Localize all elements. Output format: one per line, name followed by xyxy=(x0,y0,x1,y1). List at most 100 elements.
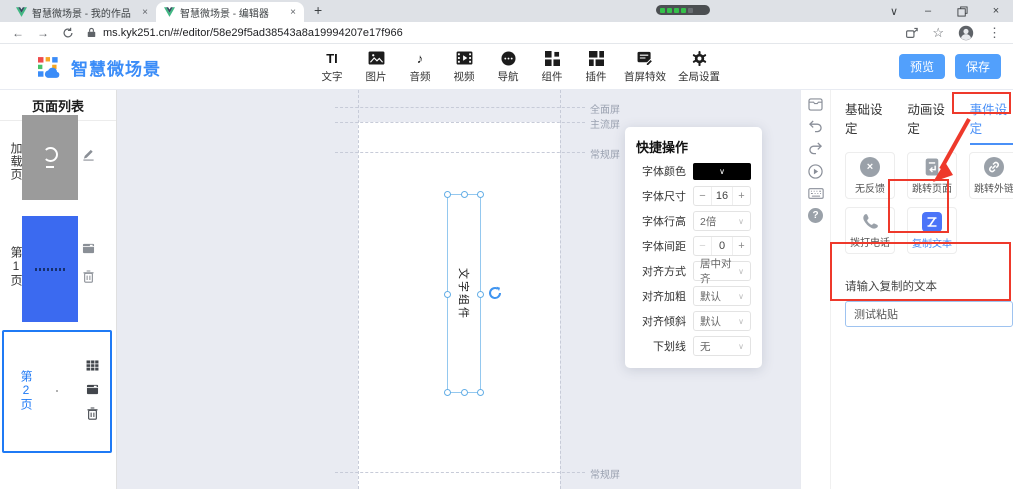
font-size-label: 字体尺寸 xyxy=(636,188,686,204)
resize-handle-s[interactable] xyxy=(461,389,468,396)
text-component[interactable]: 文字组件 xyxy=(447,194,481,393)
jump-page-icon xyxy=(923,157,941,177)
tab-event-settings[interactable]: 事件设定 xyxy=(970,99,1013,145)
resize-handle-n[interactable] xyxy=(461,191,468,198)
grid-layout-icon[interactable] xyxy=(86,360,99,371)
tool-global-settings[interactable]: 全局设置 xyxy=(672,50,726,84)
copy-text-input[interactable] xyxy=(845,301,1013,327)
italic-label: 对齐倾斜 xyxy=(636,313,686,329)
editor-canvas[interactable]: 全面屏 主流屏 常规屏 常规屏 文字组件 快捷操作 字体颜色 ∨ xyxy=(117,90,800,489)
resize-handle-ne[interactable] xyxy=(477,191,484,198)
page-thumbnail-1[interactable] xyxy=(22,216,78,322)
tool-image[interactable]: 图片 xyxy=(354,50,398,84)
chevron-down-icon: ∨ xyxy=(738,317,744,326)
bold-select[interactable]: 默认 ∨ xyxy=(693,286,751,306)
event-jump-link[interactable]: 跳转外链 xyxy=(969,152,1013,199)
resize-handle-w[interactable] xyxy=(444,291,451,298)
edit-icon[interactable] xyxy=(82,148,95,161)
plus-button[interactable]: + xyxy=(733,187,750,205)
settings-panel: ? 基础设定 动画设定 事件设定 × 无反馈 跳转页面 跳转外链 xyxy=(800,90,1013,489)
app-logo[interactable]: 智慧微场景 xyxy=(38,55,161,80)
event-no-feedback[interactable]: × 无反馈 xyxy=(845,152,895,199)
editor-header: 智慧微场景 TI 文字 图片 ♪ 音频 视频 导航 组件 插件 xyxy=(0,44,1013,90)
guide-label-full-screen: 全面屏 xyxy=(590,101,620,116)
minus-button[interactable]: − xyxy=(694,187,711,205)
event-copy-text[interactable]: 复制文本 xyxy=(907,207,957,254)
play-preview-icon[interactable] xyxy=(808,164,823,179)
underline-select[interactable]: 无 ∨ xyxy=(693,336,751,356)
resize-handle-nw[interactable] xyxy=(444,191,451,198)
chevron-down-icon: ∨ xyxy=(719,167,725,176)
align-mode-select[interactable]: 居中对齐 ∨ xyxy=(693,261,751,281)
page-thumbnail-loading[interactable] xyxy=(22,115,78,200)
tool-audio[interactable]: ♪ 音频 xyxy=(398,50,442,84)
tool-text[interactable]: TI 文字 xyxy=(310,50,354,84)
minus-button[interactable]: − xyxy=(694,237,711,255)
close-window-button[interactable]: × xyxy=(979,5,1013,17)
forward-icon[interactable]: → xyxy=(37,26,49,40)
align-mode-value: 居中对齐 xyxy=(700,256,738,286)
page-item-2-selected[interactable]: 第2页 xyxy=(2,330,112,453)
browser-menu-icon[interactable]: ⋮ xyxy=(988,25,1001,41)
keyboard-icon[interactable] xyxy=(808,188,824,199)
rotate-handle-icon[interactable] xyxy=(488,286,502,300)
event-jump-page[interactable]: 跳转页面 xyxy=(907,152,957,199)
copy-page-icon[interactable] xyxy=(82,242,95,254)
video-icon xyxy=(456,50,473,66)
browser-tab-editor[interactable]: 智慧微场景 - 编辑器 × xyxy=(156,2,304,22)
tab-close-icon[interactable]: × xyxy=(142,7,148,18)
browser-url-bar: ← → ms.kyk251.cn/#/editor/58e29f5ad38543… xyxy=(0,22,1013,44)
event-type-cards: × 无反馈 跳转页面 跳转外链 拨打电话 复制文本 xyxy=(845,152,1013,254)
tab-search-icon[interactable]: ∨ xyxy=(877,5,911,18)
tool-navigation[interactable]: 导航 xyxy=(486,50,530,84)
back-icon[interactable]: ← xyxy=(12,26,24,40)
chevron-down-icon: ∨ xyxy=(738,267,744,276)
delete-page-icon[interactable] xyxy=(87,407,98,420)
tab-title: 智慧微场景 - 编辑器 xyxy=(180,5,285,20)
copy-text-icon xyxy=(922,212,942,232)
tool-components[interactable]: 组件 xyxy=(530,50,574,84)
tool-video[interactable]: 视频 xyxy=(442,50,486,84)
tab-animation-settings[interactable]: 动画设定 xyxy=(907,99,950,145)
clipboard-box-icon[interactable] xyxy=(808,98,823,111)
new-tab-button[interactable]: + xyxy=(314,0,322,22)
save-button[interactable]: 保存 xyxy=(955,54,1001,79)
copy-text-section: 请输入复制的文本 xyxy=(845,278,1013,327)
preview-button[interactable]: 预览 xyxy=(899,54,945,79)
plus-button[interactable]: + xyxy=(733,237,750,255)
navigation-icon xyxy=(501,50,516,66)
tab-close-icon[interactable]: × xyxy=(290,7,296,18)
guide-label-main-screen: 主流屏 xyxy=(590,116,620,131)
brand-name: 智慧微场景 xyxy=(71,55,161,80)
tool-plugins[interactable]: 插件 xyxy=(574,50,618,84)
bookmark-star-icon[interactable]: ☆ xyxy=(932,25,944,41)
address-field[interactable]: ms.kyk251.cn/#/editor/58e29f5ad38543a8a1… xyxy=(87,27,892,39)
avatar[interactable] xyxy=(958,25,974,41)
undo-icon[interactable] xyxy=(808,120,823,133)
external-link-icon xyxy=(984,157,1004,177)
settings-tabs: 基础设定 动画设定 事件设定 xyxy=(845,90,1013,145)
tab-basic-settings[interactable]: 基础设定 xyxy=(845,99,888,145)
minimize-button[interactable]: – xyxy=(911,5,945,17)
resize-handle-sw[interactable] xyxy=(444,389,451,396)
redo-icon[interactable] xyxy=(808,142,823,155)
line-height-select[interactable]: 2倍 ∨ xyxy=(693,211,751,231)
italic-select[interactable]: 默认 ∨ xyxy=(693,311,751,331)
font-color-picker[interactable]: ∨ xyxy=(693,163,751,180)
guide-line-full-screen xyxy=(335,107,585,108)
maximize-button[interactable] xyxy=(945,6,979,17)
delete-page-icon[interactable] xyxy=(83,270,94,283)
share-icon[interactable] xyxy=(905,26,918,39)
resize-handle-e[interactable] xyxy=(477,291,484,298)
event-phone-call[interactable]: 拨打电话 xyxy=(845,207,895,254)
text-component-content: 文字组件 xyxy=(456,268,472,320)
resize-handle-se[interactable] xyxy=(477,389,484,396)
browser-tab-my-works[interactable]: 智慧微场景 - 我的作品 × xyxy=(8,2,156,22)
page-label-2[interactable]: 第2页 xyxy=(18,370,35,411)
copy-page-icon[interactable] xyxy=(86,383,99,395)
gear-icon xyxy=(692,50,707,66)
tool-splash-effects[interactable]: 首屏特效 xyxy=(618,50,672,84)
reload-icon[interactable] xyxy=(62,27,74,39)
help-icon[interactable]: ? xyxy=(808,208,823,223)
font-size-value: 16 xyxy=(711,187,733,205)
